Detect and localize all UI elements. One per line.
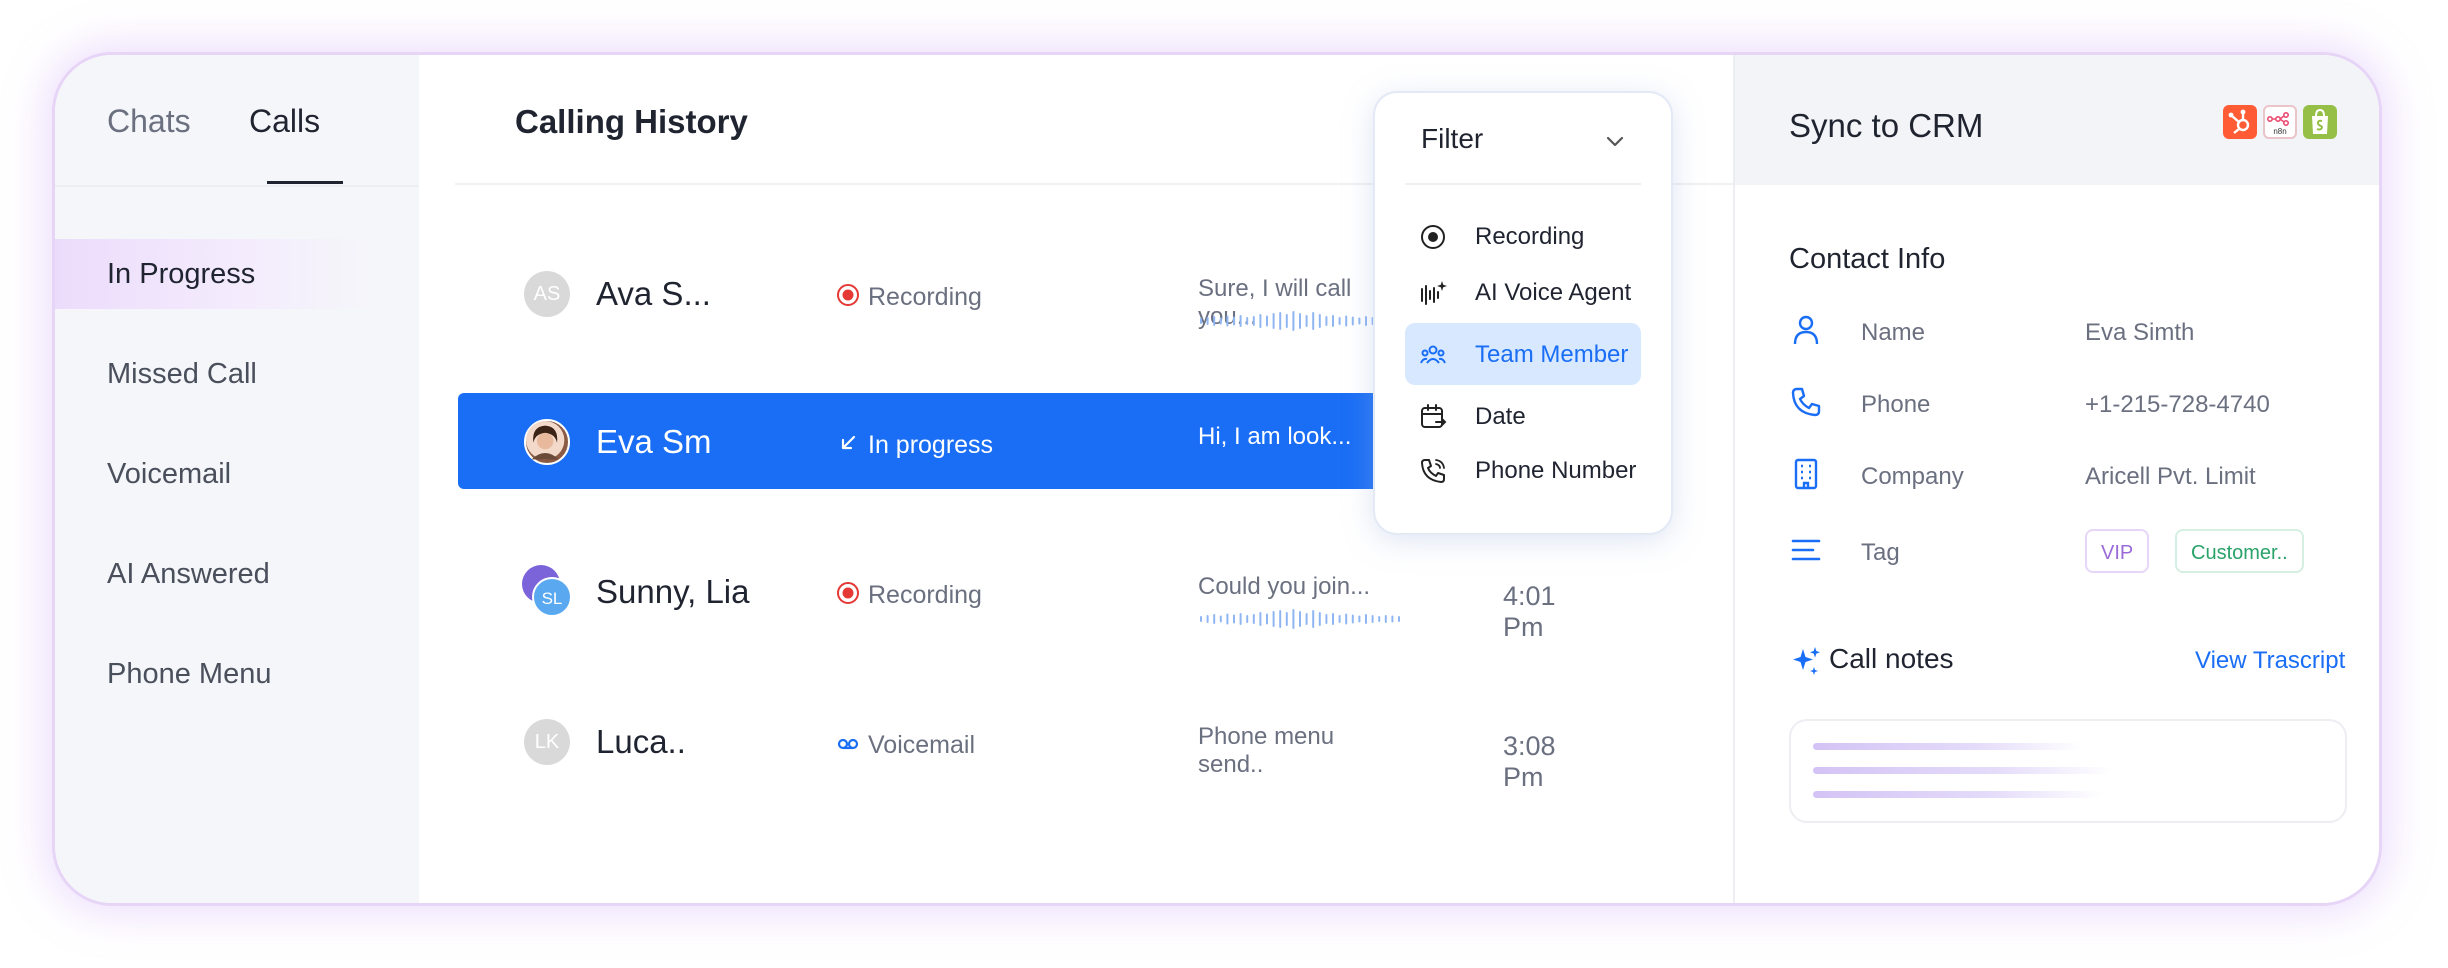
filter-option-recording[interactable]: Recording: [1405, 205, 1641, 267]
lines-icon: [1791, 539, 1821, 561]
field-label-tag: Tag: [1861, 539, 1900, 566]
filter-option-phone-number[interactable]: Phone Number: [1405, 439, 1641, 501]
filter-option-label: Recording: [1475, 223, 1585, 250]
call-notes-box[interactable]: [1789, 719, 2347, 823]
filter-dropdown: Filter Recording AI Voice Agent Team Mem…: [1373, 91, 1673, 535]
call-row[interactable]: LK Luca.. Voicemail Phone menu send.. 3:…: [458, 693, 1556, 792]
call-time: 4:01 Pm: [1503, 581, 1556, 642]
tag-badge-customer[interactable]: Customer..: [2175, 529, 2304, 573]
phone-icon: [1421, 459, 1445, 483]
record-icon: [837, 582, 859, 604]
call-preview: Phone menu send..: [1198, 723, 1335, 778]
field-value-phone: +1-215-728-4740: [2085, 391, 2270, 418]
sidebar-item-phone-menu[interactable]: Phone Menu: [55, 639, 375, 709]
filter-option-date[interactable]: Date: [1405, 385, 1641, 447]
call-status: Recording: [868, 581, 982, 609]
waveform-icon: [1200, 609, 1400, 629]
skeleton-line: [1813, 767, 2113, 774]
filter-divider: [1405, 183, 1641, 185]
avatar: AS: [524, 271, 570, 317]
call-status: Recording: [868, 283, 982, 311]
caller-name: Sunny, Lia: [596, 573, 750, 610]
calendar-icon: [1421, 404, 1447, 428]
skeleton-line: [1813, 791, 2103, 798]
n8n-logo[interactable]: n8n: [2263, 105, 2297, 139]
building-icon: [1794, 458, 1818, 490]
soundwave-sparkle-icon: [1421, 281, 1447, 305]
tab-chats[interactable]: Chats: [107, 103, 191, 140]
caller-name: Eva Sm: [596, 423, 712, 460]
chevron-down-icon[interactable]: [1603, 129, 1627, 153]
field-value-name: Eva Simth: [2085, 319, 2195, 346]
view-transcript-link[interactable]: View Trascript: [2195, 647, 2345, 675]
sidebar: Chats Calls In Progress Missed Call Voic…: [55, 55, 419, 903]
crm-panel: Sync to CRM n8n Contact Info Name Eva Si…: [1733, 55, 2379, 903]
field-label-phone: Phone: [1861, 391, 1931, 418]
phone-icon: [1791, 387, 1821, 417]
app-window: Chats Calls In Progress Missed Call Voic…: [52, 52, 2382, 906]
tag-badge-vip[interactable]: VIP: [2085, 529, 2150, 573]
call-row[interactable]: AS Ava S... Recording Sure, I will call …: [458, 245, 1400, 341]
call-preview: Hi, I am look...: [1198, 423, 1352, 450]
field-value-company: Aricell Pvt. Limit: [2085, 463, 2256, 490]
sidebar-item-in-progress[interactable]: In Progress: [55, 239, 375, 309]
crm-title: Sync to CRM: [1789, 107, 1984, 144]
call-row-selected[interactable]: Eva Sm In progress Hi, I am look...: [458, 393, 1398, 489]
page-title: Calling History: [515, 103, 748, 140]
record-icon: [837, 284, 859, 306]
skeleton-line: [1813, 743, 2083, 750]
filter-option-label: AI Voice Agent: [1475, 279, 1632, 306]
radio-icon: [1421, 225, 1445, 249]
svg-text:n8n: n8n: [2273, 127, 2286, 136]
avatar: SL: [532, 577, 572, 617]
filter-option-label: Date: [1475, 403, 1526, 430]
sparkle-icon: [1793, 647, 1820, 675]
tab-calls[interactable]: Calls: [249, 103, 320, 140]
voicemail-icon: [837, 738, 859, 750]
field-label-name: Name: [1861, 319, 1926, 346]
contact-info-title: Contact Info: [1789, 243, 1946, 275]
sidebar-item-missed-call[interactable]: Missed Call: [55, 339, 375, 409]
active-tab-underline: [267, 181, 343, 184]
filter-option-ai-voice-agent[interactable]: AI Voice Agent: [1405, 261, 1641, 323]
shopify-logo[interactable]: [2303, 105, 2337, 139]
call-status: Voicemail: [868, 731, 975, 759]
avatar: [524, 419, 570, 465]
call-row[interactable]: SL Sunny, Lia Recording Could you join..…: [458, 543, 1556, 642]
team-icon: [1420, 345, 1446, 364]
user-icon: [1793, 315, 1819, 345]
call-preview: Could you join...: [1198, 573, 1371, 600]
caller-name: Ava S...: [596, 275, 711, 312]
arrow-down-left-icon: [841, 435, 856, 450]
filter-option-label: Phone Number: [1475, 457, 1637, 484]
sidebar-item-voicemail[interactable]: Voicemail: [55, 439, 375, 509]
sidebar-item-ai-answered[interactable]: AI Answered: [55, 539, 375, 609]
user-photo: [526, 421, 565, 460]
filter-title[interactable]: Filter: [1421, 123, 1483, 155]
filter-option-team-member[interactable]: Team Member: [1405, 323, 1641, 385]
avatar: LK: [524, 719, 570, 765]
hubspot-logo[interactable]: [2223, 105, 2257, 139]
call-notes-title: Call notes: [1829, 643, 1954, 674]
caller-name: Luca..: [596, 723, 686, 760]
call-time: 3:08 Pm: [1503, 731, 1556, 792]
filter-option-label: Team Member: [1475, 341, 1629, 368]
crm-header: Sync to CRM n8n: [1735, 55, 2379, 185]
field-label-company: Company: [1861, 463, 1964, 490]
call-status: In progress: [868, 431, 994, 459]
tab-bar: Chats Calls: [55, 55, 419, 187]
